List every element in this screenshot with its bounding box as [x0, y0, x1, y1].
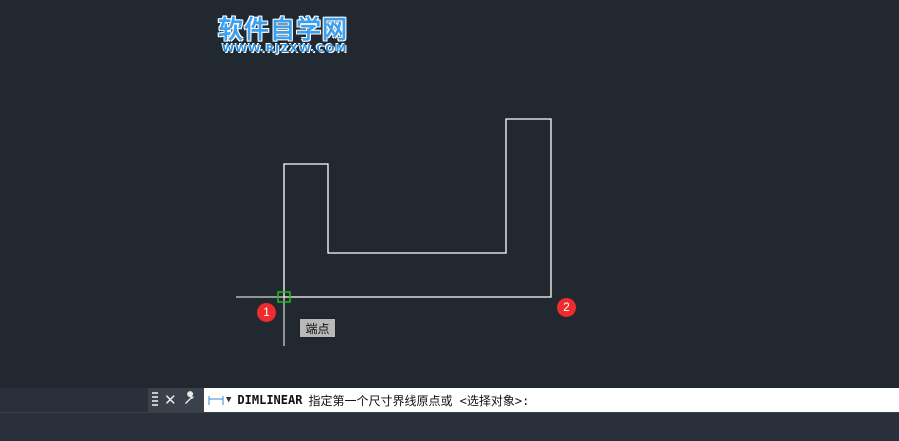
status-bar — [0, 412, 899, 441]
wrench-icon[interactable] — [183, 391, 197, 409]
command-prompt: 指定第一个尺寸界线原点或 <选择对象>: — [308, 393, 530, 408]
drawing-canvas[interactable] — [0, 0, 899, 388]
close-icon[interactable]: ✕ — [164, 391, 177, 409]
command-name: DIMLINEAR — [237, 393, 303, 407]
point-marker-1: 1 — [257, 303, 276, 322]
dimlinear-icon[interactable] — [208, 394, 224, 406]
watermark-title: 软件自学网 — [218, 15, 349, 44]
watermark-url: WWW.RJZXW.COM — [222, 42, 348, 55]
watermark-logo: 软件自学网 WWW.RJZXW.COM — [218, 10, 368, 60]
point-marker-2: 2 — [557, 298, 576, 317]
snap-tooltip: 端点 — [299, 318, 336, 338]
command-toolbar: ✕ — [148, 388, 204, 412]
chevron-down-icon[interactable]: ▼ — [226, 395, 231, 405]
polyline-shape[interactable] — [283, 118, 552, 298]
command-input[interactable]: ▼ DIMLINEAR 指定第一个尺寸界线原点或 <选择对象>: — [204, 388, 899, 412]
drag-handle-icon[interactable] — [152, 392, 158, 408]
